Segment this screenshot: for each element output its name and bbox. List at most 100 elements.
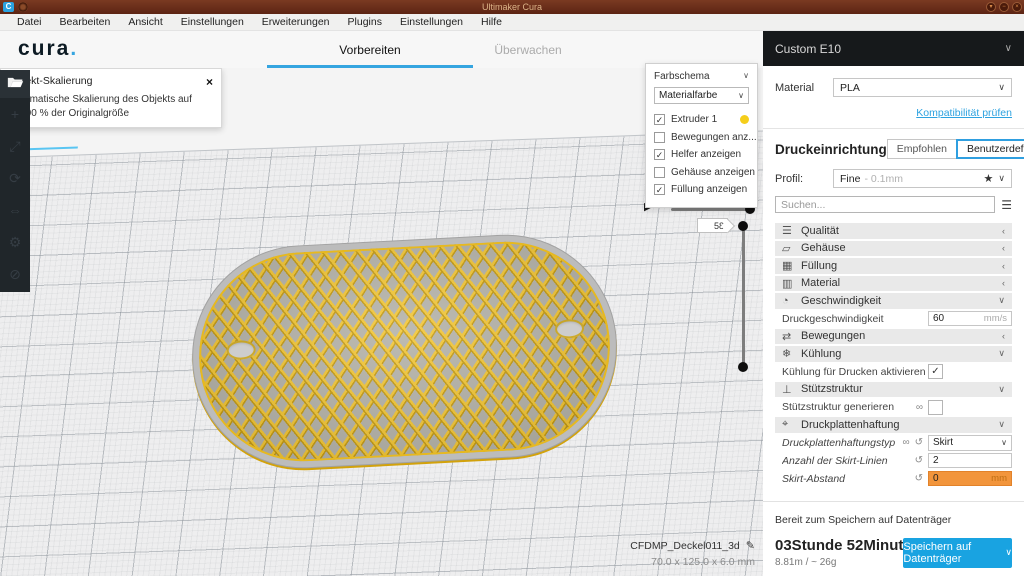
menu-item-datei[interactable]: Datei <box>8 16 51 28</box>
color-scheme-label: Farbschema <box>654 71 710 82</box>
category-speed[interactable]: ◔Geschwindigkeit∨ <box>775 293 1012 309</box>
window-minimize-button[interactable]: ▾ <box>986 2 996 12</box>
rotate-tool-button[interactable]: ⟳ <box>0 162 30 194</box>
search-input[interactable] <box>775 196 995 213</box>
tab-monitor[interactable]: Überwachen <box>473 31 583 68</box>
save-to-disk-button[interactable]: Speichern auf Datenträger ∨ <box>903 538 1012 568</box>
setting-checkbox[interactable]: ✓ <box>928 364 943 379</box>
open-file-button[interactable] <box>0 70 30 98</box>
sliced-model[interactable] <box>186 229 622 474</box>
tab-prepare[interactable]: Vorbereiten <box>267 31 473 68</box>
category-label: Geschwindigkeit <box>801 295 998 307</box>
revert-icon[interactable]: ↺ <box>915 473 923 484</box>
category-travel[interactable]: ⇄Bewegungen‹ <box>775 329 1012 345</box>
checkbox[interactable] <box>654 132 665 143</box>
menu-item-einstellungen[interactable]: Einstellungen <box>172 16 253 28</box>
setting-input[interactable]: 60 mm/s <box>928 311 1012 326</box>
support-blocker-button[interactable]: ⊘ <box>0 258 30 290</box>
revert-icon[interactable]: ↺ <box>915 437 923 448</box>
printer-selector[interactable]: Custom E10 ∨ <box>763 31 1024 66</box>
print-setup-title: Druckeinrichtung <box>775 142 887 157</box>
category-shell[interactable]: ▱Gehäuse‹ <box>775 241 1012 257</box>
category-support[interactable]: ⊥Stützstruktur∨ <box>775 382 1012 398</box>
setting-input[interactable]: 2 <box>928 453 1012 468</box>
category-infill[interactable]: ▦Füllung‹ <box>775 258 1012 274</box>
category-material[interactable]: ▥Material‹ <box>775 276 1012 292</box>
chevron-down-icon: ∨ <box>998 384 1005 395</box>
output-area: Bereit zum Speichern auf Datenträger 03S… <box>763 501 1024 576</box>
mirror-tool-button[interactable]: ⇔ <box>0 194 30 226</box>
menu-item-einstellungen[interactable]: Einstellungen <box>391 16 472 28</box>
material-usage: 8.81m / ~ 26g <box>775 557 903 568</box>
setting-dropdown[interactable]: Skirt∨ <box>928 435 1012 451</box>
link-icon[interactable]: ∞ <box>902 437 909 448</box>
menu-item-ansicht[interactable]: Ansicht <box>119 16 171 28</box>
recommended-button[interactable]: Empfohlen <box>887 139 956 159</box>
material-icon: ▥ <box>782 277 801 290</box>
checkbox[interactable]: ✓ <box>654 114 665 125</box>
window-close-button[interactable]: × <box>1012 2 1022 12</box>
menu-item-plugins[interactable]: Plugins <box>339 16 391 28</box>
setting-control: 2 <box>928 453 1012 468</box>
layer-slider-handle-top[interactable] <box>738 221 748 231</box>
window-maximize-button[interactable]: − <box>999 2 1009 12</box>
layer-slider[interactable] <box>742 226 745 366</box>
custom-button[interactable]: Benutzerdefiniert <box>956 139 1024 159</box>
setting-control: Skirt∨ <box>928 435 1012 451</box>
move-tool-button[interactable]: + <box>0 98 30 130</box>
layer-slider-handle-bottom[interactable] <box>738 362 748 372</box>
menu-item-erweiterungen[interactable]: Erweiterungen <box>253 16 339 28</box>
chevron-down-icon[interactable]: ∨ <box>743 71 749 82</box>
setting-unit: mm/s <box>984 313 1007 324</box>
setting-label: Druckplattenhaftungstyp <box>782 437 902 449</box>
scale-tool-button[interactable]: ⤢ <box>0 130 30 162</box>
setting-checkbox[interactable] <box>928 400 943 415</box>
category-label: Qualität <box>801 225 1002 237</box>
settings-list: ☰Qualität‹ ▱Gehäuse‹▦Füllung‹ ▥Material‹◔G… <box>775 223 1012 487</box>
chevron-down-icon: ∨ <box>998 419 1005 430</box>
chevron-down-icon: ∨ <box>998 82 1005 93</box>
menu-item-hilfe[interactable]: Hilfe <box>472 16 511 28</box>
profile-detail: - 0.1mm <box>864 173 903 185</box>
view-option: ✓Füllung anzeigen <box>654 183 749 196</box>
profile-dropdown[interactable]: Fine - 0.1mm ★ ∨ <box>833 169 1012 188</box>
filter-menu-icon[interactable]: ☰ <box>1001 198 1012 212</box>
setting-label: Anzahl der Skirt-Linien <box>782 455 915 467</box>
simulation-slider[interactable] <box>671 208 752 211</box>
view-settings-panel: Farbschema ∨ Materialfarbe ∨ ✓Extruder 1… <box>645 63 758 208</box>
chevron-left-icon: ‹ <box>1002 278 1005 288</box>
settings-sidebar: Custom E10 ∨ Material PLA ∨ Kompatibilit… <box>763 31 1024 576</box>
setting-row: Kühlung für Drucken aktivieren✓ <box>775 364 1012 380</box>
divider <box>763 128 1024 129</box>
support-icon: ⊥ <box>782 383 801 396</box>
rename-pencil-icon[interactable]: ✎ <box>746 540 755 552</box>
material-dropdown[interactable]: PLA ∨ <box>833 78 1012 97</box>
setting-input[interactable]: 0mm <box>928 471 1012 486</box>
print-time-block: 03Stunde 52Minut 8.81m / ~ 26g <box>775 537 903 568</box>
checkbox[interactable] <box>654 167 665 178</box>
open-folder-icon <box>7 76 24 92</box>
checkbox[interactable]: ✓ <box>654 149 665 160</box>
setting-value: 60 <box>933 313 944 324</box>
close-icon[interactable]: × <box>206 75 213 89</box>
notification-object-scaling: Objekt-Skalierung × Automatische Skalier… <box>0 68 222 128</box>
category-adhesion[interactable]: ⌖Druckplattenhaftung∨ <box>775 417 1012 433</box>
setting-row: Druckplattenhaftungstyp∞ ↺ Skirt∨ <box>775 435 1012 451</box>
model-name: CFDMP_Deckel011_3d <box>630 540 740 552</box>
checkbox[interactable]: ✓ <box>654 184 665 195</box>
setting-row: Skirt-Abstand↺0mm <box>775 471 1012 487</box>
star-icon[interactable]: ★ <box>984 172 994 185</box>
cooling-icon: ❄ <box>782 347 801 360</box>
menu-bar: DateiBearbeitenAnsichtEinstellungenErwei… <box>0 14 1024 31</box>
mirror-icon: ⇔ <box>8 202 22 218</box>
compatibility-link[interactable]: Kompatibilität prüfen <box>916 107 1012 119</box>
model-dimensions: 70.0 x 125.0 x 6.0 mm <box>555 556 755 568</box>
category-cooling[interactable]: ❄Kühlung∨ <box>775 346 1012 362</box>
category-quality[interactable]: ☰Qualität‹ <box>775 223 1012 239</box>
per-model-settings-button[interactable]: ⚙ <box>0 226 30 258</box>
color-scheme-dropdown[interactable]: Materialfarbe ∨ <box>654 87 749 104</box>
view-option: Bewegungen anz... <box>654 131 749 144</box>
link-icon[interactable]: ∞ <box>916 402 923 413</box>
menu-item-bearbeiten[interactable]: Bearbeiten <box>51 16 120 28</box>
revert-icon[interactable]: ↺ <box>915 455 923 466</box>
